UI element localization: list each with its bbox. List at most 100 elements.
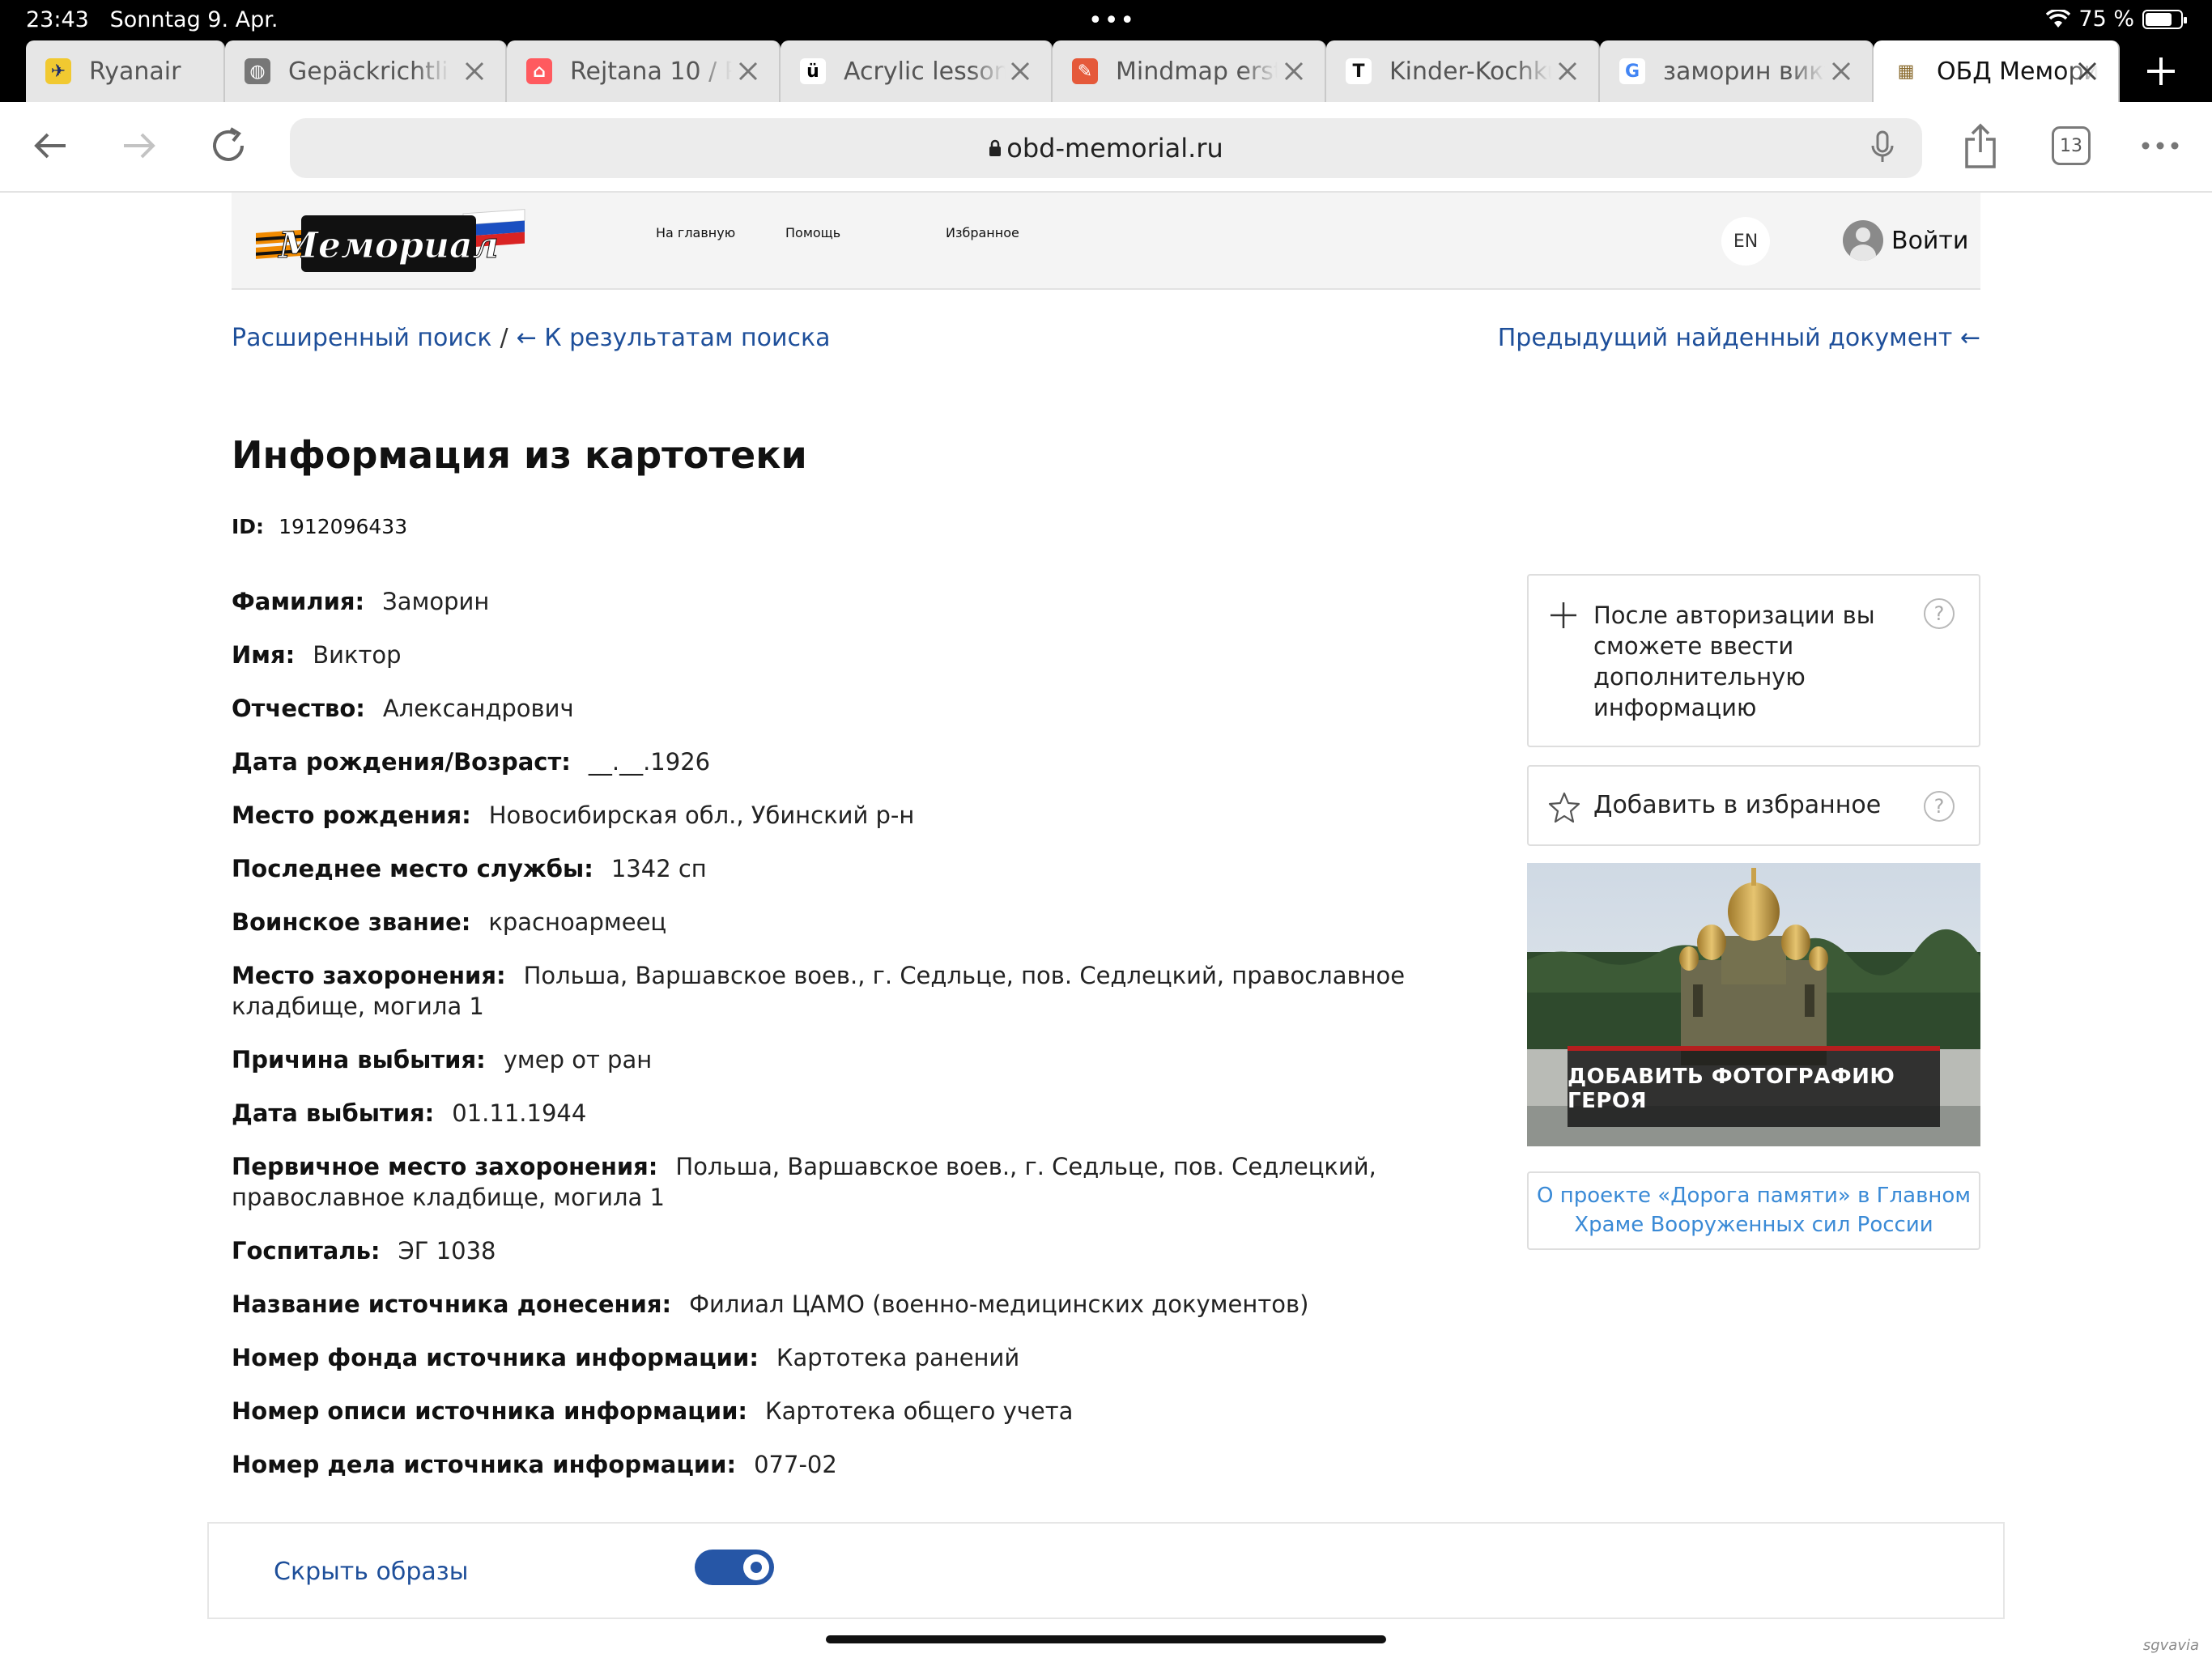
status-right: 75 % xyxy=(2046,6,2187,32)
close-tab-icon[interactable] xyxy=(732,55,764,87)
pencil-favicon-icon: ✎ xyxy=(1072,58,1098,84)
battery-percent: 75 % xyxy=(2078,6,2134,32)
reload-icon[interactable] xyxy=(202,120,254,172)
record-field: Место рождения: Новосибирская обл., Убинс… xyxy=(232,800,1522,831)
tabs-count-label: 13 xyxy=(2060,135,2082,156)
browser-tab[interactable]: ✈ Ryanair xyxy=(26,40,225,102)
close-tab-icon[interactable] xyxy=(1278,55,1310,87)
field-value: 077-02 xyxy=(754,1451,837,1478)
tab-title: Mindmap erstellen xyxy=(1116,57,1278,86)
record-id: ID: 1912096433 xyxy=(232,515,407,538)
watermark: sgvavia xyxy=(2142,1637,2199,1654)
share-icon[interactable] xyxy=(1955,120,2006,172)
browser-tab[interactable]: ⌂ Rejtana 10 / Pod xyxy=(507,40,781,102)
browser-tab[interactable]: Gзаморин виктор xyxy=(1600,40,1874,102)
tab-title: Ryanair xyxy=(89,57,181,86)
field-value: __.__.1926 xyxy=(588,748,711,776)
microphone-icon[interactable] xyxy=(1870,130,1895,165)
field-value: Филиал ЦАМО (военно-медицинских документ… xyxy=(689,1290,1309,1318)
id-value: 1912096433 xyxy=(279,515,408,538)
globe-favicon-icon: ◍ xyxy=(245,58,270,84)
browser-tab[interactable]: ✎ Mindmap erstellen xyxy=(1053,40,1326,102)
record-field: Воинское звание: красноармеец xyxy=(232,907,1522,937)
tab-title: Acrylic lesson - Ü xyxy=(844,57,1006,86)
nav-favorites[interactable]: Избранное xyxy=(946,225,1019,240)
status-time: 23:43 Sonntag 9. Apr. xyxy=(26,7,279,32)
add-favorite-button[interactable]: Добавить в избранное ? xyxy=(1527,765,1980,846)
add-hero-photo-button[interactable]: ДОБАВИТЬ ФОТОГРАФИЮ ГЕРОЯ xyxy=(1568,1046,1940,1127)
login-label: Войти xyxy=(1891,226,1969,255)
u-favicon-icon: ü xyxy=(800,58,826,84)
field-value: 01.11.1944 xyxy=(452,1099,587,1127)
field-value: Александрович xyxy=(382,695,574,722)
status-bar: 23:43 Sonntag 9. Apr. ••• 75 % xyxy=(0,0,2212,40)
road-of-memory-link[interactable]: О проекте «Дорога памяти» в Главном Храм… xyxy=(1527,1171,1980,1250)
field-label: Номер дела источника информации: xyxy=(232,1451,737,1478)
field-label: Номер описи источника информации: xyxy=(232,1397,747,1425)
record-field: Название источника донесения: Филиал ЦАМО… xyxy=(232,1289,1522,1320)
memorial-logo[interactable]: Мемориал xyxy=(254,201,530,282)
field-value: умер от ран xyxy=(503,1046,653,1073)
record-field: Номер дела источника информации: 077-02 xyxy=(232,1449,1522,1480)
record-field: Причина выбытия: умер от ран xyxy=(232,1044,1522,1075)
back-icon[interactable] xyxy=(24,120,76,172)
field-label: Название источника донесения: xyxy=(232,1290,672,1318)
field-value: Картотека общего учета xyxy=(764,1397,1074,1425)
close-tab-icon[interactable] xyxy=(2071,55,2104,87)
field-value: Картотека ранений xyxy=(776,1344,1020,1371)
field-label: Отчество: xyxy=(232,695,365,722)
help-icon[interactable]: ? xyxy=(1924,598,1955,629)
field-value: красноармеец xyxy=(488,908,667,936)
browser-tab[interactable]: ▦ОБД Мемориал xyxy=(1874,40,2120,102)
record-field: Госпиталь: ЭГ 1038 xyxy=(232,1235,1522,1266)
nav-help[interactable]: Помощь xyxy=(785,225,840,240)
close-tab-icon[interactable] xyxy=(1825,55,1857,87)
toggle-knob xyxy=(743,1554,769,1580)
tab-title: Gepäckrichtlinie xyxy=(288,57,450,86)
close-tab-icon[interactable] xyxy=(1551,55,1584,87)
record-field: Номер описи источника информации: Картоте… xyxy=(232,1396,1522,1426)
field-label: Фамилия: xyxy=(232,588,365,615)
cathedral-photo[interactable]: ДОБАВИТЬ ФОТОГРАФИЮ ГЕРОЯ xyxy=(1527,863,1980,1146)
images-toggle-panel: Скрыть образы xyxy=(207,1522,2005,1619)
record-field: Дата рождения/Возраст: __.__.1926 xyxy=(232,746,1522,777)
close-tab-icon[interactable] xyxy=(458,55,491,87)
help-icon[interactable]: ? xyxy=(1924,791,1955,822)
hide-images-toggle[interactable] xyxy=(695,1550,774,1585)
page-title: Информация из картотеки xyxy=(232,433,807,477)
battery-icon xyxy=(2142,9,2187,29)
field-label: Имя: xyxy=(232,641,296,669)
tab-title: Kinder-Kochkurs xyxy=(1389,57,1551,86)
record-field: Номер фонда источника информации: Картоте… xyxy=(232,1342,1522,1373)
tabs-overview-button[interactable]: 13 xyxy=(2052,126,2091,165)
multitasking-dots[interactable]: ••• xyxy=(1088,6,1136,35)
field-label: Дата выбытия: xyxy=(232,1099,435,1127)
browser-tab[interactable]: T Kinder-Kochkurs xyxy=(1326,40,1600,102)
browser-tab[interactable]: ü Acrylic lesson - Ü xyxy=(781,40,1053,102)
field-label: Первичное место захоронения: xyxy=(232,1153,658,1180)
previous-document-link[interactable]: Предыдущий найденный документ ← xyxy=(1498,324,1980,352)
new-tab-icon[interactable] xyxy=(2141,51,2181,91)
wifi-icon xyxy=(2046,9,2071,28)
home-indicator[interactable] xyxy=(826,1635,1386,1643)
field-value: 1342 сп xyxy=(610,855,707,882)
record-field: Место захоронения: Польша, Варшавское вое… xyxy=(232,960,1522,1022)
forward-icon[interactable] xyxy=(113,120,165,172)
breadcrumb-separator: / xyxy=(500,324,508,352)
browser-tab[interactable]: ◍ Gepäckrichtlinie xyxy=(225,40,507,102)
hide-images-label[interactable]: Скрыть образы xyxy=(274,1558,468,1586)
record-field: Имя: Виктор xyxy=(232,640,1522,670)
login-button[interactable]: Войти xyxy=(1843,220,1968,261)
back-to-results-link[interactable]: ← К результатам поиска xyxy=(517,324,831,352)
field-label: Дата рождения/Возраст: xyxy=(232,748,571,776)
svg-text:Мемориал: Мемориал xyxy=(277,225,498,266)
add-info-panel[interactable]: После авторизации вы сможете ввести допо… xyxy=(1527,574,1980,747)
nav-home[interactable]: На главную xyxy=(656,225,735,240)
advanced-search-link[interactable]: Расширенный поиск xyxy=(232,324,491,352)
field-value: ЭГ 1038 xyxy=(398,1237,496,1265)
address-bar[interactable]: obd-memorial.ru xyxy=(290,118,1922,178)
close-tab-icon[interactable] xyxy=(1004,55,1036,87)
language-switch-button[interactable]: EN xyxy=(1721,217,1770,266)
more-icon[interactable] xyxy=(2134,120,2186,172)
field-label: Номер фонда источника информации: xyxy=(232,1344,759,1371)
